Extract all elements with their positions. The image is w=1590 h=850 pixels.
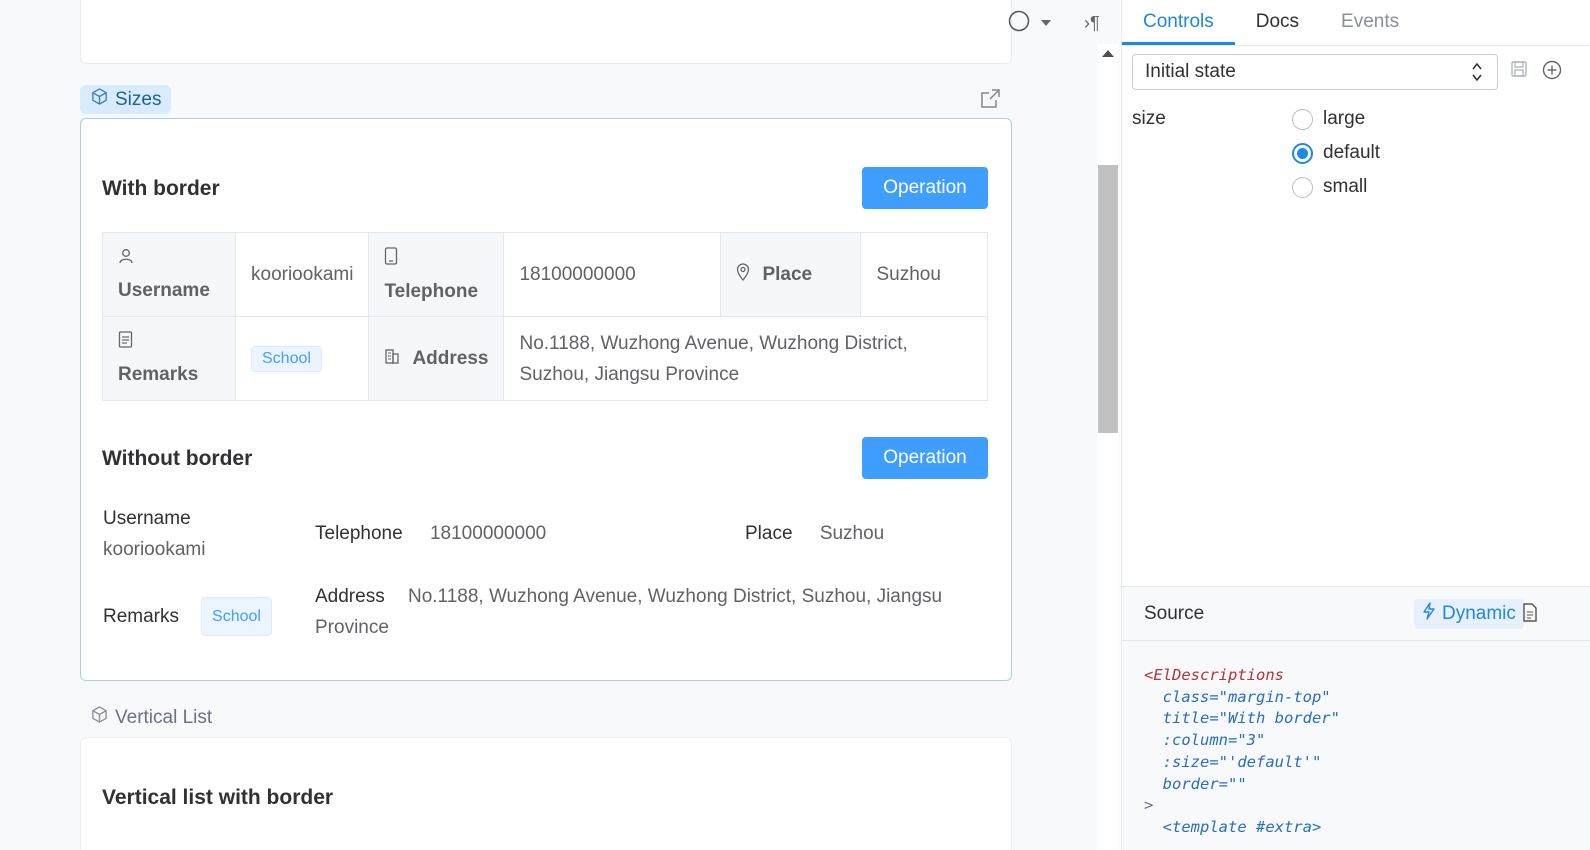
address-value: No.1188, Wuzhong Avenue, Wuzhong Distric… bbox=[503, 316, 988, 401]
place-value: Suzhou bbox=[860, 232, 988, 317]
addons-tabs: Controls Docs Events bbox=[1122, 0, 1590, 46]
username-item: Username kooriookami bbox=[103, 503, 205, 565]
section-title: Vertical list with border bbox=[102, 786, 334, 809]
operation-button[interactable]: Operation bbox=[862, 437, 988, 479]
addons-panel: Controls Docs Events Initial state size … bbox=[1121, 0, 1590, 850]
remarks-value: School bbox=[234, 316, 370, 401]
code-line: border="" bbox=[1144, 774, 1247, 793]
remarks-tag: School bbox=[201, 597, 272, 636]
table-label-cell: Place bbox=[720, 232, 862, 317]
radio-label: small bbox=[1323, 176, 1368, 197]
previous-story-card bbox=[80, 0, 1012, 64]
section-title: Without border bbox=[102, 447, 253, 470]
radio-option-large[interactable]: large bbox=[1292, 108, 1365, 130]
cube-icon bbox=[90, 705, 109, 730]
source-title: Source bbox=[1144, 602, 1205, 624]
remarks-label: Remarks bbox=[103, 606, 180, 627]
chevron-down-icon[interactable] bbox=[1040, 15, 1052, 33]
tickets-icon bbox=[118, 331, 220, 354]
radio-button-selected[interactable] bbox=[1292, 142, 1313, 164]
place-item: Place Suzhou bbox=[745, 518, 884, 549]
code-line: class="margin-top" bbox=[1144, 687, 1331, 706]
radio-label: default bbox=[1323, 142, 1381, 163]
story-tab-label: Vertical List bbox=[115, 706, 213, 728]
remarks-item: Remarks School bbox=[103, 597, 272, 636]
user-icon bbox=[118, 248, 220, 270]
table-label-cell: Address bbox=[368, 316, 505, 401]
address-value-continued: Province bbox=[315, 617, 389, 638]
address-item: Address No.1188, Wuzhong Avenue, Wuzhong… bbox=[315, 581, 942, 643]
state-select-value: Initial state bbox=[1145, 61, 1236, 82]
up-down-arrows-icon bbox=[1471, 61, 1483, 95]
code-line: <ElDescriptions bbox=[1144, 666, 1284, 684]
telephone-label: Telephone bbox=[315, 523, 403, 544]
dynamic-label: Dynamic bbox=[1442, 603, 1516, 624]
cube-icon bbox=[90, 87, 109, 112]
story-preview-card: Vertical list with border bbox=[80, 737, 1012, 850]
username-value: kooriookami bbox=[103, 539, 206, 560]
radio-option-small[interactable]: small bbox=[1292, 176, 1367, 198]
story-tab-sizes[interactable]: Sizes bbox=[80, 85, 172, 114]
place-label: Place bbox=[745, 523, 793, 544]
code-line: > bbox=[1144, 796, 1154, 815]
place-label: Place bbox=[762, 263, 813, 285]
add-circle-icon[interactable] bbox=[1542, 60, 1562, 85]
state-select[interactable]: Initial state bbox=[1132, 54, 1498, 90]
radio-label: large bbox=[1323, 108, 1366, 129]
save-icon[interactable] bbox=[1510, 60, 1528, 83]
code-line: :size="'default'" bbox=[1144, 752, 1322, 771]
address-value: No.1188, Wuzhong Avenue, Wuzhong Distric… bbox=[407, 586, 943, 607]
address-label: Address bbox=[412, 347, 489, 369]
table-row: Remarks School Address No.1188, Wuzhong … bbox=[102, 316, 988, 401]
code-line: <template #extra> bbox=[1144, 817, 1322, 836]
control-name: size bbox=[1132, 108, 1166, 129]
code-line: :column="3" bbox=[1144, 731, 1266, 750]
tab-events[interactable]: Events bbox=[1320, 0, 1420, 45]
code-line: title="With border" bbox=[1144, 709, 1340, 728]
document-icon[interactable] bbox=[1522, 603, 1538, 627]
table-row: Username kooriookami Telephone 181000000… bbox=[102, 232, 988, 317]
username-label: Username bbox=[118, 279, 210, 301]
radio-option-default[interactable]: default bbox=[1292, 142, 1380, 164]
address-label: Address bbox=[315, 586, 385, 607]
radio-button[interactable] bbox=[1292, 176, 1313, 198]
office-building-icon bbox=[384, 348, 400, 370]
remarks-tag: School bbox=[251, 345, 322, 372]
table-label-cell: Telephone bbox=[368, 232, 505, 317]
source-code: <ElDescriptions class="margin-top" title… bbox=[1144, 665, 1340, 839]
tab-controls[interactable]: Controls bbox=[1122, 0, 1235, 45]
dynamic-toggle-button[interactable]: Dynamic bbox=[1414, 599, 1524, 629]
table-label-cell: Remarks bbox=[102, 316, 236, 401]
location-icon bbox=[736, 262, 750, 287]
telephone-value: 18100000000 bbox=[503, 232, 722, 317]
username-label: Username bbox=[103, 508, 191, 529]
story-tab-label: Sizes bbox=[115, 88, 162, 110]
paragraph-icon[interactable]: ›¶ bbox=[1084, 13, 1100, 34]
telephone-value: 18100000000 bbox=[429, 523, 547, 544]
source-panel: Source Dynamic <ElDescriptions class="ma… bbox=[1122, 586, 1590, 850]
telephone-label: Telephone bbox=[384, 280, 479, 302]
remarks-label: Remarks bbox=[118, 364, 199, 385]
scrollbar-thumb[interactable] bbox=[1098, 165, 1118, 433]
section-title: With border bbox=[102, 177, 220, 200]
telephone-item: Telephone 18100000000 bbox=[315, 518, 546, 549]
canvas-toolbar: ›¶ bbox=[1008, 10, 1100, 37]
place-value: Suzhou bbox=[819, 523, 885, 544]
tab-docs[interactable]: Docs bbox=[1235, 0, 1320, 45]
scroll-up-arrow-icon[interactable] bbox=[1102, 50, 1114, 57]
canvas-area: ›¶ Sizes With border Operation Username … bbox=[0, 0, 1120, 850]
table-label-cell: Username bbox=[102, 232, 236, 317]
open-external-icon[interactable] bbox=[980, 88, 1001, 114]
story-preview-card: With border Operation Username kooriooka… bbox=[80, 118, 1012, 681]
story-tab-vertical-list[interactable]: Vertical List bbox=[90, 705, 212, 730]
radio-button[interactable] bbox=[1292, 108, 1313, 130]
username-value: kooriookami bbox=[234, 232, 370, 317]
operation-button[interactable]: Operation bbox=[862, 167, 988, 209]
lightning-icon bbox=[1422, 602, 1436, 626]
phone-icon bbox=[384, 246, 488, 271]
circle-icon[interactable] bbox=[1008, 10, 1030, 37]
descriptions-table-bordered: Username kooriookami Telephone 181000000… bbox=[102, 232, 988, 401]
